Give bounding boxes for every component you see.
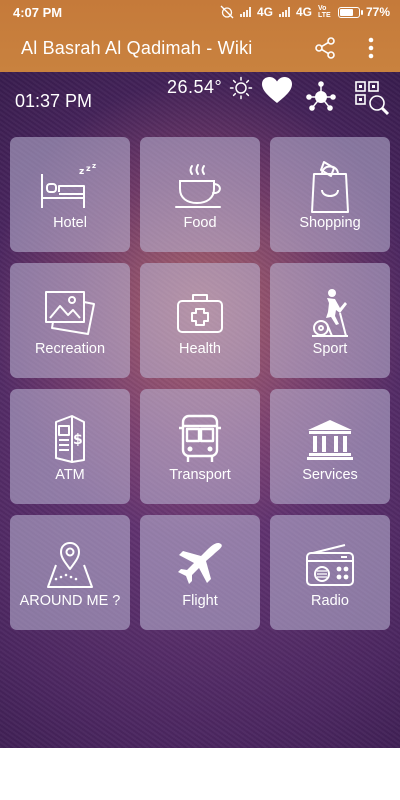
network-icon[interactable] xyxy=(304,80,338,114)
tile-sport[interactable]: Sport xyxy=(270,263,390,378)
status-bar: 4:07 PM 4G 4G Vo LTE 77% xyxy=(0,0,400,24)
share-icon[interactable] xyxy=(310,33,340,63)
status-indicators: 4G 4G Vo LTE 77% xyxy=(220,5,390,19)
clock: 01:37 PM xyxy=(15,91,93,111)
pictures-icon xyxy=(45,291,95,335)
more-vert-icon[interactable] xyxy=(356,33,386,63)
bank-building-icon xyxy=(307,420,353,460)
first-aid-kit-icon xyxy=(177,294,223,333)
bus-icon xyxy=(179,414,221,462)
tile-label: Health xyxy=(179,341,221,357)
weather-row: 01:37 PM 26.54° xyxy=(0,72,400,128)
tile-flight[interactable]: Flight xyxy=(140,515,260,630)
tile-label: Food xyxy=(183,215,217,231)
temperature: 26.54° xyxy=(167,77,223,97)
category-grid: z z z Hotel Food Shopping Recreation Hea… xyxy=(10,137,390,630)
tile-shopping[interactable]: Shopping xyxy=(270,137,390,252)
tile-label: Radio xyxy=(311,593,349,609)
tile-services[interactable]: Services xyxy=(270,389,390,504)
tile-label: Flight xyxy=(182,593,218,609)
battery-percent: 77% xyxy=(365,5,390,19)
tile-label: ATM xyxy=(55,467,85,483)
svg-text:z: z xyxy=(86,164,91,173)
hotel-bed-icon: z z z xyxy=(41,164,96,208)
signal-icon-2 xyxy=(278,7,290,17)
radio-icon xyxy=(306,544,354,586)
shopping-bag-icon xyxy=(311,161,349,213)
tile-atm[interactable]: $ ATM xyxy=(10,389,130,504)
tile-transport[interactable]: Transport xyxy=(140,389,260,504)
tile-hotel[interactable]: z z z Hotel xyxy=(10,137,130,252)
tile-label: Services xyxy=(302,467,358,483)
tile-around-me[interactable]: AROUND ME ? xyxy=(10,515,130,630)
heart-icon[interactable] xyxy=(261,76,293,104)
svg-text:z: z xyxy=(79,167,84,177)
signal-icon xyxy=(239,7,251,17)
tile-health[interactable]: Health xyxy=(140,263,260,378)
bottom-area xyxy=(0,748,400,800)
svg-text:z: z xyxy=(92,164,96,170)
coffee-cup-icon xyxy=(175,164,221,208)
tile-label: Hotel xyxy=(53,215,87,231)
volte-label: Vo LTE xyxy=(317,5,331,19)
tile-label: Recreation xyxy=(34,341,106,357)
tile-recreation[interactable]: Recreation xyxy=(10,263,130,378)
tile-label: Sport xyxy=(312,341,348,357)
tile-label: AROUND ME ? xyxy=(19,593,121,609)
map-pin-icon xyxy=(47,542,93,588)
qr-search-icon[interactable] xyxy=(354,80,390,116)
alarm-off-icon xyxy=(220,5,234,19)
atm-icon: $ xyxy=(55,415,85,463)
network-type-1: 4G xyxy=(256,5,273,19)
exercise-bike-icon xyxy=(312,289,348,337)
network-type-2: 4G xyxy=(295,5,312,19)
airplane-icon xyxy=(178,542,222,584)
svg-text:$: $ xyxy=(73,432,83,448)
status-time: 4:07 PM xyxy=(13,4,63,20)
tile-radio[interactable]: Radio xyxy=(270,515,390,630)
tile-label: Shopping xyxy=(299,215,361,231)
battery-icon xyxy=(337,6,363,18)
tile-label: Transport xyxy=(169,467,231,483)
main-content: 01:37 PM 26.54° z z z Hotel Food Shoppin… xyxy=(0,72,400,748)
app-header: 4:07 PM 4G 4G Vo LTE 77% Al Basrah Al Qa… xyxy=(0,0,400,72)
sun-icon xyxy=(229,76,253,100)
app-title: Al Basrah Al Qadimah - Wiki xyxy=(21,37,253,58)
toolbar: Al Basrah Al Qadimah - Wiki xyxy=(0,24,400,72)
tile-food[interactable]: Food xyxy=(140,137,260,252)
